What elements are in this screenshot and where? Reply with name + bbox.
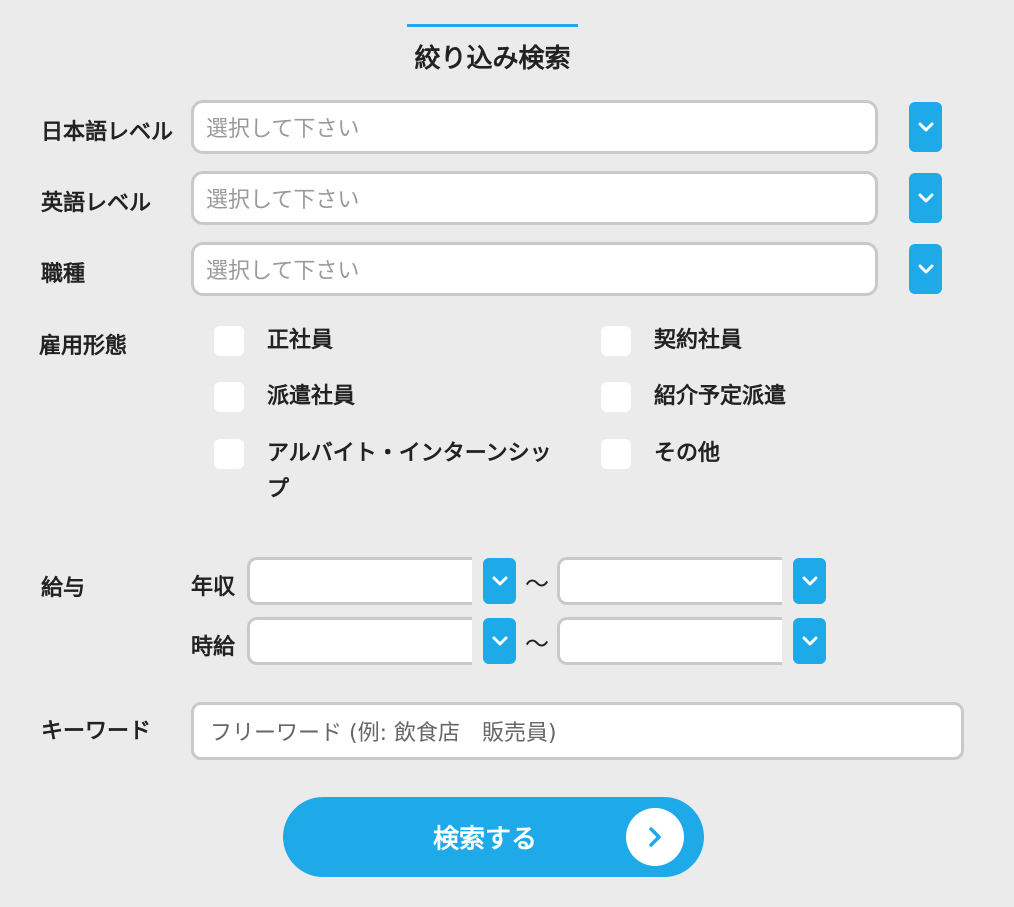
- japanese-level-placeholder: 選択して下さい: [206, 117, 360, 142]
- english-level-select[interactable]: 選択して下さい: [191, 171, 878, 225]
- keyword-input[interactable]: フリーワード (例: 飲食店 販売員): [191, 702, 964, 760]
- job-type-select[interactable]: 選択して下さい: [191, 242, 878, 296]
- chevron-down-icon: [918, 122, 933, 132]
- employment-option-contract[interactable]: 契約社員: [601, 326, 742, 359]
- chevron-down-icon: [802, 636, 817, 646]
- checkbox[interactable]: [214, 382, 244, 412]
- annual-income-min-dropdown-button[interactable]: [483, 558, 516, 604]
- hourly-wage-max-select[interactable]: [557, 617, 782, 665]
- checkbox[interactable]: [214, 439, 244, 469]
- english-level-label: 英語レベル: [41, 191, 152, 216]
- chevron-down-icon: [918, 193, 933, 203]
- job-type-dropdown-button[interactable]: [909, 244, 942, 294]
- employment-option-full-time[interactable]: 正社員: [214, 326, 333, 359]
- chevron-down-icon: [492, 636, 507, 646]
- hourly-wage-max-dropdown-button[interactable]: [793, 618, 826, 664]
- checkbox[interactable]: [601, 439, 631, 469]
- chevron-down-icon: [802, 576, 817, 586]
- english-level-placeholder: 選択して下さい: [206, 188, 360, 213]
- checkbox[interactable]: [601, 382, 631, 412]
- job-type-label: 職種: [41, 262, 86, 287]
- range-separator: 〜: [525, 630, 549, 658]
- page-title: 絞り込み検索: [414, 44, 571, 74]
- annual-income-max-select[interactable]: [557, 557, 782, 605]
- option-label: 正社員: [267, 328, 334, 353]
- search-button[interactable]: 検索する: [283, 797, 704, 877]
- japanese-level-select[interactable]: 選択して下さい: [191, 100, 878, 154]
- employment-option-part-time-internship[interactable]: アルバイト・インターンシップ: [214, 439, 567, 508]
- option-label: 契約社員: [654, 328, 743, 353]
- hourly-wage-label: 時給: [191, 635, 236, 660]
- search-button-label: 検索する: [433, 824, 538, 855]
- employment-type-label: 雇用形態: [39, 334, 128, 359]
- japanese-level-dropdown-button[interactable]: [909, 102, 942, 152]
- chevron-down-icon: [492, 576, 507, 586]
- option-label: 派遣社員: [267, 384, 356, 409]
- title-accent-bar: [407, 24, 578, 27]
- chevron-right-icon: [626, 808, 684, 866]
- keyword-label: キーワード: [41, 719, 152, 744]
- hourly-wage-min-select[interactable]: [247, 617, 472, 665]
- option-label: 紹介予定派遣: [654, 384, 787, 409]
- annual-income-max-dropdown-button[interactable]: [793, 558, 826, 604]
- option-label: アルバイト・インターンシップ: [267, 441, 552, 502]
- hourly-wage-min-dropdown-button[interactable]: [483, 618, 516, 664]
- annual-income-min-select[interactable]: [247, 557, 472, 605]
- annual-income-label: 年収: [191, 575, 236, 600]
- chevron-down-icon: [918, 264, 933, 274]
- employment-option-other[interactable]: その他: [601, 439, 720, 472]
- keyword-placeholder: フリーワード (例: 飲食店 販売員): [210, 721, 557, 746]
- range-separator: 〜: [525, 570, 549, 598]
- checkbox[interactable]: [214, 326, 244, 356]
- checkbox[interactable]: [601, 326, 631, 356]
- option-label: その他: [654, 441, 721, 466]
- employment-option-temp-to-perm[interactable]: 紹介予定派遣: [601, 382, 786, 415]
- salary-label: 給与: [41, 576, 86, 601]
- english-level-dropdown-button[interactable]: [909, 173, 942, 223]
- japanese-level-label: 日本語レベル: [41, 120, 174, 145]
- job-type-placeholder: 選択して下さい: [206, 259, 360, 284]
- employment-option-dispatch[interactable]: 派遣社員: [214, 382, 355, 415]
